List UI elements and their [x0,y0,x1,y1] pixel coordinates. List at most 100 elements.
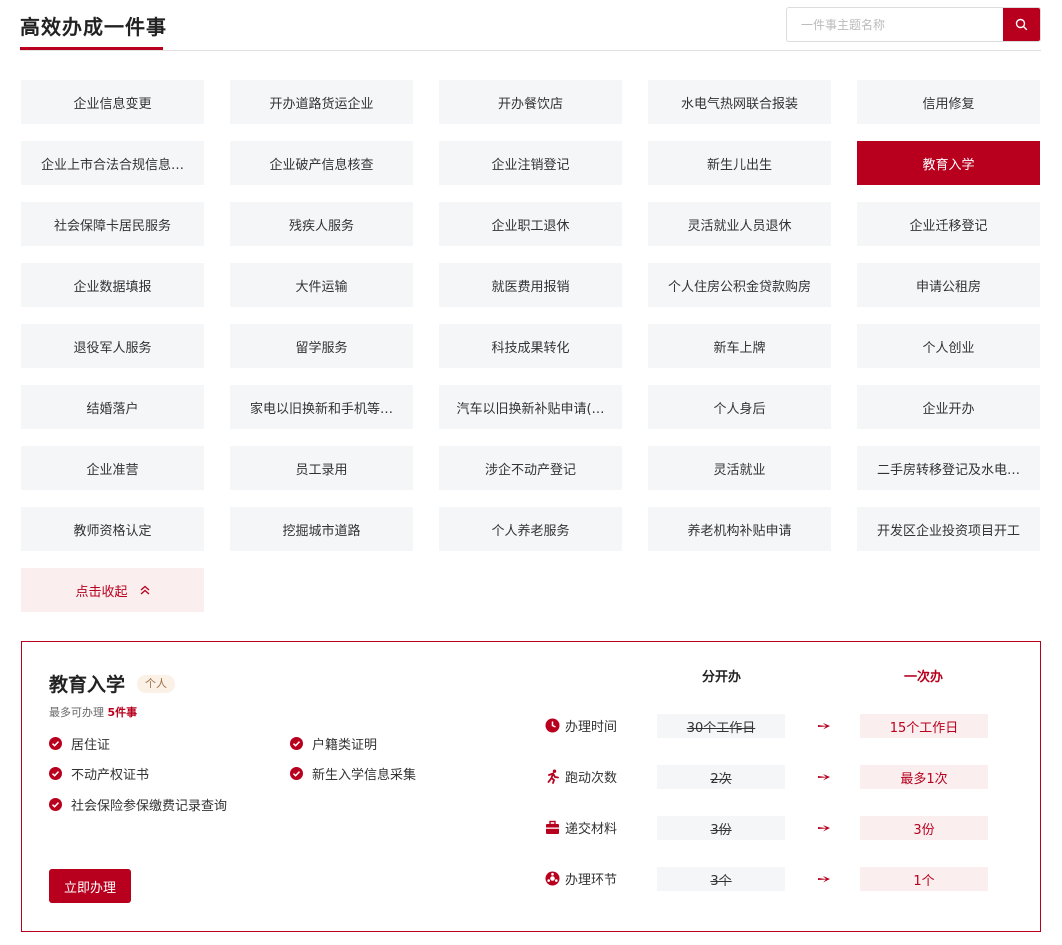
service-tile-label: 企业注销登记 [491,157,570,173]
service-tile-label: 挖掘城市道路 [282,523,361,539]
service-tile[interactable]: 教师资格认定 [21,507,204,551]
search-icon [1015,18,1028,31]
metric-old-value: 30个工作日 [657,714,785,738]
service-tile[interactable]: 个人住房公积金贷款购房 [648,263,831,307]
service-tile-label: 就医费用报销 [491,279,570,295]
service-tile[interactable]: 企业准营 [21,446,204,490]
service-tile[interactable]: 留学服务 [230,324,413,368]
service-tile-label: 大件运输 [295,279,348,295]
service-tile-label: 残疾人服务 [288,218,354,234]
collapse-label: 点击收起 [75,584,128,600]
service-tile[interactable]: 就医费用报销 [439,263,622,307]
service-tile[interactable]: 个人身后 [648,385,831,429]
arrow-right-icon [817,823,831,833]
service-tile[interactable]: 社会保障卡居民服务 [21,202,204,246]
service-tile[interactable]: 新生儿出生 [648,141,831,185]
collapse-button[interactable]: 点击收起 [21,568,204,612]
check-icon [49,798,62,811]
service-tile-label: 个人创业 [922,340,975,356]
service-tile[interactable]: 开发区企业投资项目开工 [857,507,1040,551]
service-tile-label: 企业破产信息核查 [269,157,374,173]
service-tile-label: 个人身后 [713,401,766,417]
service-tile[interactable]: 企业上市合法合规信息… [21,141,204,185]
service-tile[interactable]: 企业破产信息核查 [230,141,413,185]
service-tile-label: 企业信息变更 [73,96,152,112]
detail-badge: 个人 [137,675,175,693]
metric-label: 办理时间 [545,716,617,735]
service-tile[interactable]: 企业信息变更 [21,80,204,124]
requirement-item: 社会保险参保缴费记录查询 [49,795,227,814]
service-tile[interactable]: 开办餐饮店 [439,80,622,124]
check-icon [290,737,303,750]
service-tile[interactable]: 开办道路货运企业 [230,80,413,124]
service-tile-label: 个人养老服务 [491,523,570,539]
service-tile-label: 汽车以旧换新补贴申请(… [456,401,605,417]
service-tile[interactable]: 灵活就业 [648,446,831,490]
service-tile-label: 二手房转移登记及水电… [876,462,1020,478]
service-tile[interactable]: 科技成果转化 [439,324,622,368]
service-tile-label: 教师资格认定 [73,523,152,539]
requirement-item: 不动产权证书 [49,764,149,783]
service-tile[interactable]: 企业开办 [857,385,1040,429]
service-tile[interactable]: 汽车以旧换新补贴申请(… [439,385,622,429]
check-icon [49,767,62,780]
service-tile[interactable]: 信用修复 [857,80,1040,124]
service-tile-label: 开办餐饮店 [497,96,563,112]
running-icon [545,769,560,784]
service-tile[interactable]: 教育入学 [857,141,1040,185]
service-tile-label: 留学服务 [295,340,348,356]
service-tile[interactable]: 个人养老服务 [439,507,622,551]
apply-button[interactable]: 立即办理 [49,869,131,903]
service-tile[interactable]: 企业职工退休 [439,202,622,246]
service-tile-label: 灵活就业 [713,462,766,478]
service-tile-label: 水电气热网联合报装 [680,96,798,112]
metric-new-value: 15个工作日 [860,714,988,738]
service-tile[interactable]: 企业数据填报 [21,263,204,307]
service-tile[interactable]: 员工录用 [230,446,413,490]
service-tile[interactable]: 申请公租房 [857,263,1040,307]
metric-old-value: 3份 [657,816,785,840]
page-header: 高效办成一件事 [0,0,1062,52]
steps-icon [545,871,560,886]
search-input[interactable] [787,8,1005,41]
page-title: 高效办成一件事 [20,15,167,39]
service-tile[interactable]: 残疾人服务 [230,202,413,246]
service-tile-label: 企业迁移登记 [909,218,988,234]
metric-label-text: 办理时间 [565,720,618,735]
service-tile-label: 企业上市合法合规信息… [40,157,184,173]
metric-new-value: 1个 [860,867,988,891]
service-tile[interactable]: 涉企不动产登记 [439,446,622,490]
service-tile-label: 开办道路货运企业 [269,96,374,112]
metric-new-value: 3份 [860,816,988,840]
header-divider [20,50,1041,51]
service-tile[interactable]: 灵活就业人员退休 [648,202,831,246]
requirement-label: 居住证 [71,738,111,753]
service-tile[interactable]: 新车上牌 [648,324,831,368]
service-tile[interactable]: 个人创业 [857,324,1040,368]
service-tile-label: 教育入学 [922,157,975,173]
service-tile[interactable]: 挖掘城市道路 [230,507,413,551]
service-tile[interactable]: 大件运输 [230,263,413,307]
service-tile[interactable]: 企业注销登记 [439,141,622,185]
service-tile-label: 家电以旧换新和手机等… [249,401,393,417]
detail-subtitle: 最多可办理 5件事 [49,704,137,720]
service-tile[interactable]: 养老机构补贴申请 [648,507,831,551]
col-once-header: 一次办 [904,670,944,685]
service-tile-label: 灵活就业人员退休 [687,218,792,234]
service-tile[interactable]: 结婚落户 [21,385,204,429]
service-tile[interactable]: 家电以旧换新和手机等… [230,385,413,429]
service-tile[interactable]: 水电气热网联合报装 [648,80,831,124]
search-button[interactable] [1003,8,1040,41]
service-tile-label: 结婚落户 [86,401,139,417]
service-tile[interactable]: 二手房转移登记及水电… [857,446,1040,490]
metric-label: 递交材料 [545,818,617,837]
service-tile-label: 企业开办 [922,401,975,417]
service-tile-label: 企业职工退休 [491,218,570,234]
arrow-right-icon [817,874,831,884]
service-tile-label: 开发区企业投资项目开工 [876,523,1020,539]
service-tile-label: 员工录用 [295,462,348,478]
service-tile[interactable]: 退役军人服务 [21,324,204,368]
requirement-label: 户籍类证明 [312,738,378,753]
service-tile[interactable]: 企业迁移登记 [857,202,1040,246]
arrow-right-icon [817,721,831,731]
